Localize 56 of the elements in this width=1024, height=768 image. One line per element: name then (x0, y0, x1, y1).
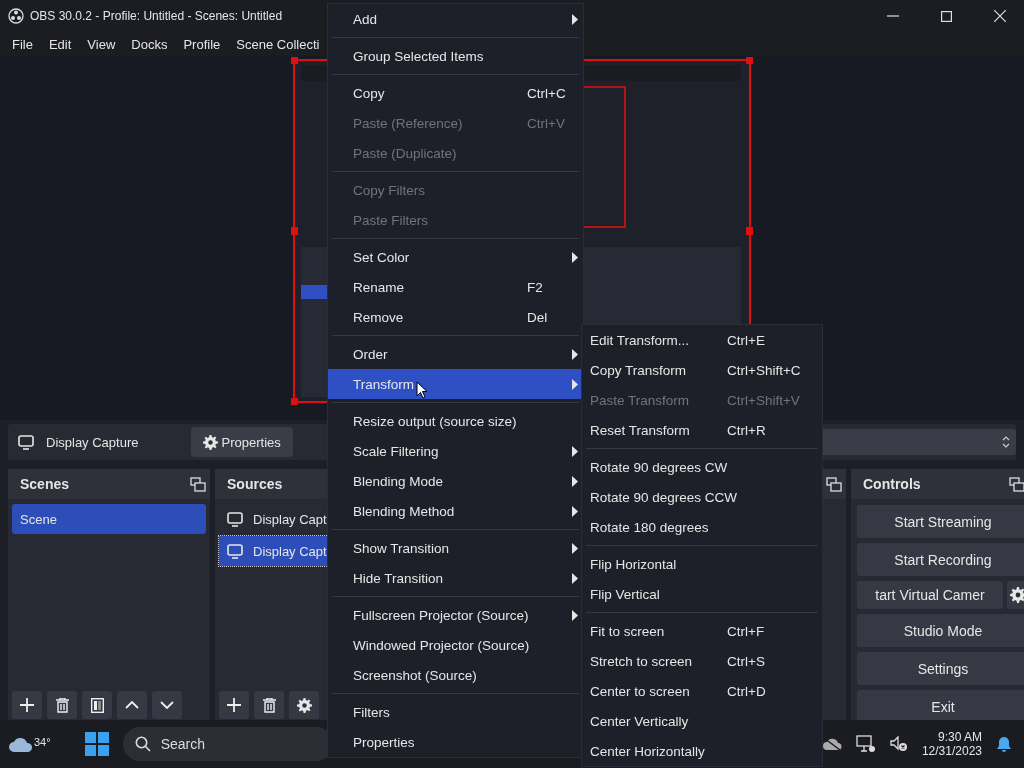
option-label: Fit to screen (590, 623, 665, 639)
shortcut-label: Ctrl+V (527, 115, 565, 131)
option-label: Paste Transform (590, 392, 690, 408)
option-label: Screenshot (Source) (353, 667, 477, 683)
option-label: Reset Transform (590, 422, 690, 438)
shortcut-label: Ctrl+S (727, 653, 765, 669)
option-label: Group Selected Items (353, 48, 484, 64)
option-label: Add (353, 11, 378, 27)
shortcut-label: Ctrl+Shift+C (727, 362, 801, 378)
option-label: Center Horizontally (590, 743, 705, 759)
option-label: Scale Filtering (353, 443, 439, 459)
option-label: Set Color (353, 249, 410, 265)
option-label: Rename (353, 279, 405, 295)
option-label: Show Transition (353, 540, 450, 556)
option-label: Copy (353, 85, 385, 101)
option-label: Paste (Duplicate) (353, 145, 457, 161)
shortcut-label: Ctrl+Shift+V (727, 392, 800, 408)
shortcut-label: Ctrl+E (727, 332, 765, 348)
shortcut-label: F2 (527, 279, 543, 295)
option-label: Blending Mode (353, 473, 444, 489)
option-label: Remove (353, 309, 404, 325)
shortcut-label: Ctrl+F (727, 623, 765, 639)
shortcut-label: Ctrl+D (727, 683, 766, 699)
option-label: Copy Filters (353, 182, 425, 198)
option-label: Center to screen (590, 683, 690, 699)
source-label: Display Capt (253, 543, 327, 559)
option-label: Blending Method (353, 503, 455, 519)
option-label: Paste (Reference) (353, 115, 463, 131)
option-label: Properties (353, 734, 415, 750)
dock-title: Controls (863, 476, 921, 492)
option-label: Resize output (source size) (353, 413, 517, 429)
option-label: Flip Vertical (590, 586, 660, 602)
option-label: Order (353, 346, 388, 362)
option-label: Rotate 90 degrees CW (590, 459, 728, 475)
option-label: Center Vertically (590, 713, 689, 729)
dock-title: Sources (227, 476, 283, 492)
option-label: Rotate 180 degrees (590, 519, 709, 535)
dock-title: Scenes (20, 476, 70, 492)
option-label: Fullscreen Projector (Source) (353, 607, 529, 623)
temperature: 34° (34, 736, 51, 748)
option-label: Rotate 90 degrees CCW (590, 489, 738, 505)
source-name: Display Capture (46, 434, 139, 450)
option-label: Filters (353, 704, 390, 720)
option-label: Transform (353, 376, 414, 392)
shortcut-label: Ctrl+R (727, 422, 766, 438)
source-label: Display Capt (253, 511, 327, 527)
option-label: Paste Filters (353, 212, 429, 228)
option-label: Copy Transform (590, 362, 687, 378)
option-label: Hide Transition (353, 570, 444, 586)
window-title: OBS 30.0.2 - Profile: Untitled - Scenes: Untitled (30, 9, 283, 23)
option-label: Stretch to screen (590, 653, 693, 669)
shortcut-label: Ctrl+C (527, 85, 566, 101)
shortcut-label: Del (527, 309, 548, 325)
option-label: Edit Transform... (590, 332, 690, 348)
option-label: Windowed Projector (Source) (353, 637, 530, 653)
option-label: Flip Horizontal (590, 556, 677, 572)
